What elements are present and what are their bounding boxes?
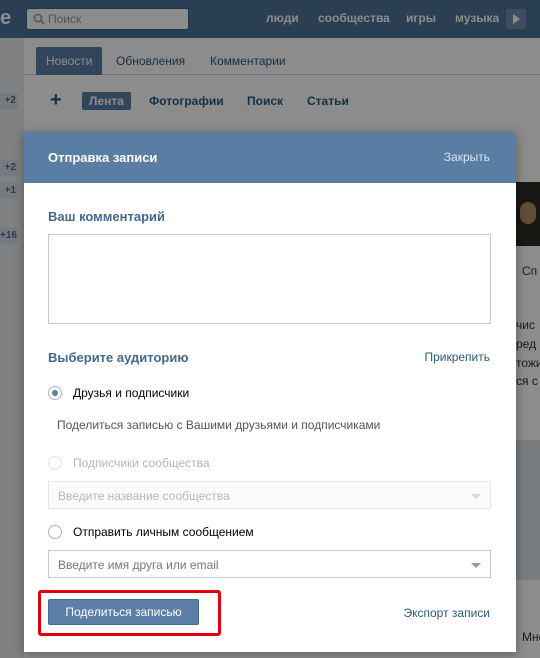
attach-link[interactable]: Прикрепить: [424, 350, 490, 364]
friend-select[interactable]: Введите имя друга или email: [48, 550, 491, 578]
radio-community[interactable]: [48, 456, 62, 470]
comment-label: Ваш комментарий: [48, 209, 166, 224]
highlight-frame: [38, 590, 221, 636]
chevron-down-icon: [471, 494, 481, 499]
dialog-title: Отправка записи: [48, 150, 158, 165]
close-button[interactable]: Закрыть: [444, 150, 490, 164]
radio-private-message[interactable]: [48, 525, 62, 539]
share-dialog: Отправка записи Закрыть Ваш комментарий …: [24, 132, 516, 652]
radio-community-label[interactable]: Подписчики сообщества: [73, 456, 210, 470]
community-placeholder: Введите название сообщества: [58, 489, 230, 503]
radio-private-message-label[interactable]: Отправить личным сообщением: [73, 525, 254, 539]
radio-friends[interactable]: [48, 386, 62, 400]
audience-label: Выберите аудиторию: [48, 350, 189, 365]
community-select[interactable]: Введите название сообщества: [48, 481, 491, 509]
friend-placeholder: Введите имя друга или email: [58, 558, 219, 572]
radio-friends-label[interactable]: Друзья и подписчики: [73, 386, 189, 400]
option-hint: Поделиться записью с Вашими друзьями и п…: [57, 418, 381, 432]
chevron-down-icon: [471, 563, 481, 568]
dialog-header: Отправка записи Закрыть: [24, 132, 516, 183]
comment-input[interactable]: [48, 234, 491, 324]
export-link[interactable]: Экспорт записи: [403, 606, 490, 620]
